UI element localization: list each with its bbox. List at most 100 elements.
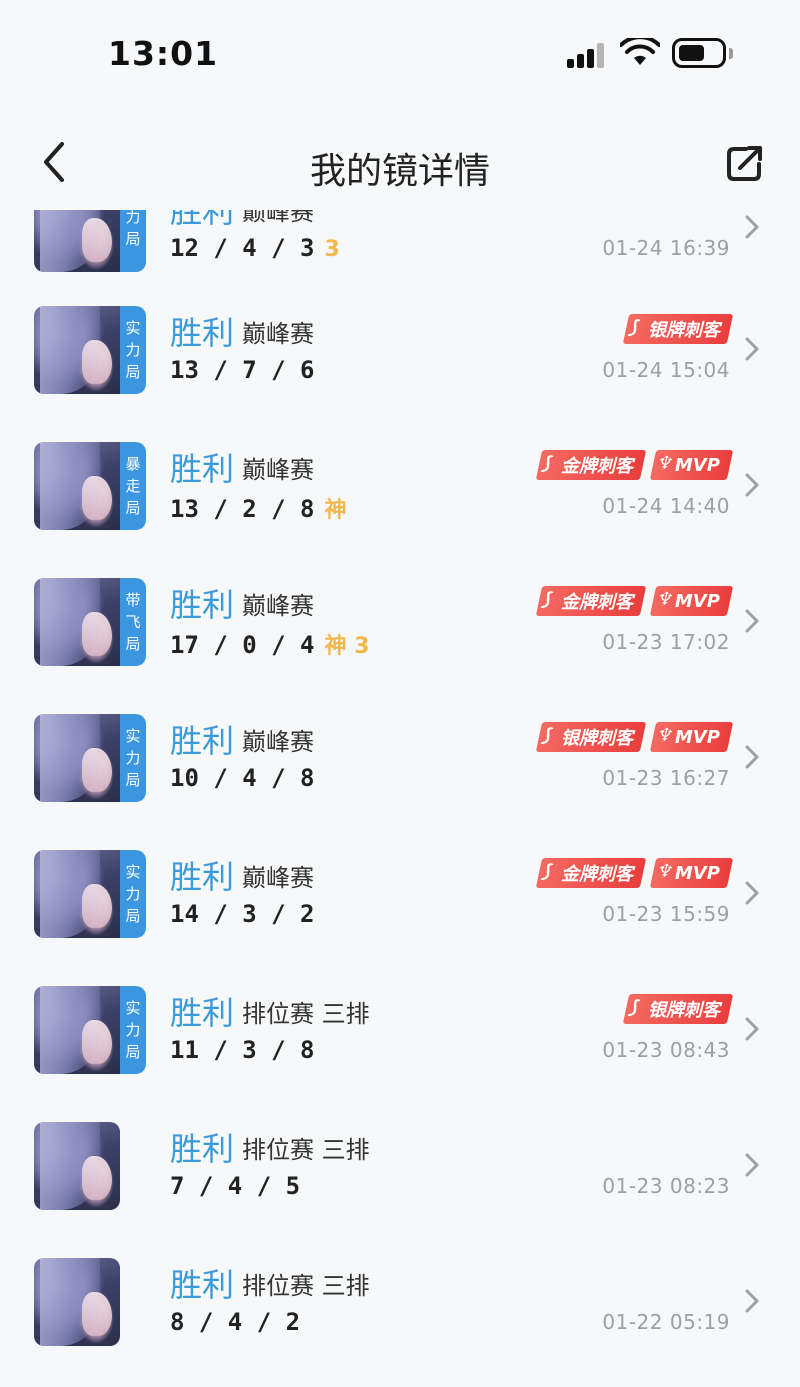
match-row[interactable]: 实力局胜利 巅峰赛 14 / 3 / 2 ⟆ 金牌刺客 ♆ MVP 01-23 15:59 bbox=[0, 850, 800, 986]
status-time: 13:01 bbox=[108, 34, 219, 73]
trophy-icon: ♆ bbox=[655, 589, 676, 610]
chevron-right-icon bbox=[745, 337, 759, 361]
match-row[interactable]: 实力局胜利 巅峰赛 10 / 4 / 8 ⟆ 银牌刺客 ♆ MVP 01-23 16:27 bbox=[0, 714, 800, 850]
wifi-icon bbox=[620, 38, 660, 65]
match-tag: 带飞局 bbox=[120, 578, 146, 666]
match-kda: 14 / 3 / 2 bbox=[170, 900, 315, 928]
honor-badges: ⟆ 金牌刺客 ♆ MVP bbox=[535, 858, 734, 888]
trophy-icon: ♆ bbox=[655, 453, 676, 474]
honor-badges: ⟆ 银牌刺客 bbox=[622, 994, 734, 1024]
match-result: 胜利 bbox=[170, 586, 235, 624]
honor-badge: ⟆ 银牌刺客 bbox=[535, 722, 647, 752]
match-kda: 10 / 4 / 8 bbox=[170, 764, 315, 792]
match-mode: 巅峰赛 bbox=[242, 591, 315, 620]
hero-portrait bbox=[34, 442, 120, 530]
honor-badge: ⟆ 金牌刺客 bbox=[535, 450, 647, 480]
hero-avatar: 实力局 bbox=[34, 306, 146, 394]
match-tag: 暴走局 bbox=[120, 442, 146, 530]
blade-icon: ⟆ bbox=[628, 317, 641, 338]
hero-avatar: 暴走局 bbox=[34, 442, 146, 530]
match-row[interactable]: 暴走局胜利 巅峰赛 13 / 2 / 8 神 ⟆ 金牌刺客 ♆ MVP 01-24 14:40 bbox=[0, 442, 800, 578]
hero-avatar: 实力局 bbox=[34, 986, 146, 1074]
match-kda: 17 / 0 / 4 bbox=[170, 631, 315, 659]
match-tag-char: 局 bbox=[125, 230, 141, 248]
match-time: 01-24 16:39 bbox=[602, 236, 730, 260]
chevron-right-icon bbox=[745, 1289, 759, 1313]
match-tag-char: 局 bbox=[125, 363, 141, 381]
hero-portrait bbox=[34, 714, 120, 802]
chevron-right-icon bbox=[745, 1017, 759, 1041]
cellular-signal-icon bbox=[567, 42, 607, 68]
blade-icon: ⟆ bbox=[628, 997, 641, 1018]
hero-portrait bbox=[34, 578, 120, 666]
match-mode: 巅峰赛 bbox=[242, 863, 315, 892]
match-kda: 13 / 2 / 8 bbox=[170, 495, 315, 523]
kda-line: 11 / 3 / 8 bbox=[170, 1036, 315, 1064]
match-tag-char: 力 bbox=[125, 885, 141, 903]
hero-avatar: 实力局 bbox=[34, 714, 146, 802]
match-result: 胜利 bbox=[170, 210, 235, 230]
trophy-icon: ♆ bbox=[655, 725, 676, 746]
match-tag: 实力局 bbox=[120, 306, 146, 394]
match-tag: 力局 bbox=[120, 210, 146, 272]
hero-avatar: 力局 bbox=[34, 210, 146, 272]
blade-icon: ⟆ bbox=[541, 725, 554, 746]
blade-icon: ⟆ bbox=[541, 861, 554, 882]
result-line: 胜利 巅峰赛 bbox=[170, 210, 314, 232]
match-mode: 巅峰赛 bbox=[242, 319, 315, 348]
match-row[interactable]: 胜利 排位赛 三排 8 / 4 / 2 01-22 05:19 bbox=[0, 1258, 800, 1387]
match-result: 胜利 bbox=[170, 450, 235, 488]
result-line: 胜利 巅峰赛 bbox=[170, 852, 314, 898]
kda-line: 10 / 4 / 8 bbox=[170, 764, 315, 792]
chevron-right-icon bbox=[745, 745, 759, 769]
match-row[interactable]: 实力局胜利 巅峰赛 13 / 7 / 6 ⟆ 银牌刺客 01-24 15:04 bbox=[0, 306, 800, 442]
match-tag-char: 实 bbox=[125, 727, 141, 745]
match-tag-char: 局 bbox=[125, 635, 141, 653]
hero-portrait bbox=[34, 1258, 120, 1346]
match-row[interactable]: 带飞局胜利 巅峰赛 17 / 0 / 4神 3 ⟆ 金牌刺客 ♆ MVP 01-23 17:0… bbox=[0, 578, 800, 714]
match-mode: 巅峰赛 bbox=[242, 455, 315, 484]
match-row[interactable]: 力局胜利 巅峰赛 12 / 4 / 3 3 01-24 16:39 bbox=[0, 210, 800, 320]
match-tag-char: 局 bbox=[125, 907, 141, 925]
match-tag-char: 实 bbox=[125, 319, 141, 337]
match-time: 01-23 16:27 bbox=[602, 766, 730, 790]
honor-badge: ⟆ 银牌刺客 bbox=[622, 994, 734, 1024]
battery-tip bbox=[729, 48, 733, 59]
match-tag-char: 力 bbox=[125, 210, 141, 226]
nav-bar: 我的镜详情 bbox=[0, 120, 800, 210]
result-line: 胜利 巅峰赛 bbox=[170, 716, 314, 762]
match-row[interactable]: 胜利 排位赛 三排 7 / 4 / 5 01-23 08:23 bbox=[0, 1122, 800, 1258]
hero-portrait bbox=[34, 1122, 120, 1210]
status-bar: 13:01 bbox=[0, 0, 800, 100]
match-tag-char: 局 bbox=[125, 499, 141, 517]
chevron-right-icon bbox=[745, 473, 759, 497]
match-mode: 巅峰赛 bbox=[242, 727, 315, 756]
match-time: 01-24 14:40 bbox=[602, 494, 730, 518]
result-line: 胜利 巅峰赛 bbox=[170, 580, 314, 626]
match-result: 胜利 bbox=[170, 314, 235, 352]
hero-avatar: 带飞局 bbox=[34, 578, 146, 666]
match-tag: 实力局 bbox=[120, 714, 146, 802]
honor-badge: ♆ MVP bbox=[649, 450, 734, 480]
match-list[interactable]: 力局胜利 巅峰赛 12 / 4 / 3 3 01-24 16:39 实力局胜利 巅峰赛 13 … bbox=[0, 210, 800, 1387]
match-result: 胜利 bbox=[170, 1266, 235, 1304]
match-mode: 排位赛 三排 bbox=[242, 1271, 370, 1300]
streak-badge: 神 3 bbox=[324, 634, 370, 659]
result-line: 胜利 巅峰赛 bbox=[170, 444, 314, 490]
match-mode: 排位赛 三排 bbox=[242, 1135, 370, 1164]
share-icon bbox=[727, 146, 762, 181]
match-result: 胜利 bbox=[170, 994, 235, 1032]
match-time: 01-24 15:04 bbox=[602, 358, 730, 382]
honor-badges: ⟆ 金牌刺客 ♆ MVP bbox=[535, 450, 734, 480]
share-button[interactable] bbox=[722, 142, 766, 186]
hero-avatar bbox=[34, 1122, 120, 1210]
match-row[interactable]: 实力局胜利 排位赛 三排 11 / 3 / 8 ⟆ 银牌刺客 01-23 08:43 bbox=[0, 986, 800, 1122]
blade-icon: ⟆ bbox=[541, 589, 554, 610]
match-result: 胜利 bbox=[170, 858, 235, 896]
result-line: 胜利 巅峰赛 bbox=[170, 308, 314, 354]
match-kda: 13 / 7 / 6 bbox=[170, 356, 315, 384]
hero-avatar: 实力局 bbox=[34, 850, 146, 938]
honor-badge: ⟆ 银牌刺客 bbox=[622, 314, 734, 344]
trophy-icon: ♆ bbox=[655, 861, 676, 882]
honor-badges: ⟆ 银牌刺客 bbox=[622, 314, 734, 344]
